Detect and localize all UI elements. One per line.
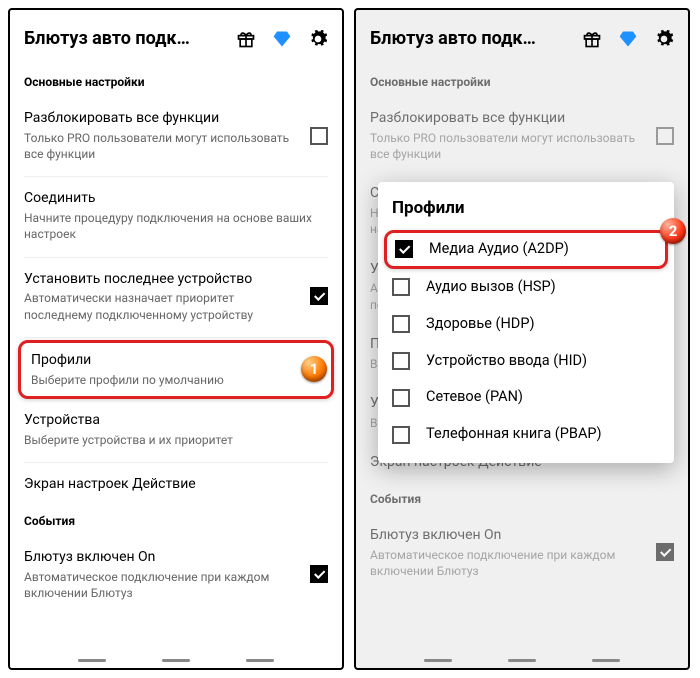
checkbox-unlock[interactable]: [310, 127, 328, 145]
row-subtitle: Автоматическое подключение при каждом вк…: [24, 569, 300, 601]
app-header: Блютуз авто подк…: [356, 10, 688, 67]
section-events: События: [370, 484, 674, 516]
dialog-item-hid[interactable]: Устройство ввода (HID): [392, 343, 660, 380]
dialog-item-label: Устройство ввода (HID): [426, 352, 587, 371]
dialog-item-pbap[interactable]: Телефонная книга (PBAP): [392, 416, 660, 453]
app-title: Блютуз авто подк…: [370, 28, 574, 49]
checkbox-pbap[interactable]: [392, 426, 410, 444]
checkbox-pan[interactable]: [392, 389, 410, 407]
header-icons: [236, 29, 328, 49]
row-title: Экран настроек Действие: [24, 475, 328, 494]
checkbox-hsp[interactable]: [392, 278, 410, 296]
nav-back[interactable]: [592, 659, 620, 662]
row-subtitle: Автоматически назначает приоритет послед…: [24, 290, 300, 322]
app-header: Блютуз авто подк…: [10, 10, 342, 67]
row-unlock: Разблокировать все функции Только PRO по…: [370, 99, 674, 174]
checkbox-bt-on: [656, 543, 674, 561]
row-subtitle: Выберите профили по умолчанию: [31, 372, 321, 388]
section-main: Основные настройки: [370, 67, 674, 99]
diamond-icon[interactable]: [618, 29, 638, 49]
dialog-item-hsp[interactable]: Аудио вызов (HSP): [392, 269, 660, 306]
row-title: Устройства: [24, 411, 328, 430]
checkbox-a2dp[interactable]: [395, 240, 413, 258]
row-profiles[interactable]: Профили Выберите профили по умолчанию 1: [18, 340, 334, 399]
dialog-title: Профили: [392, 198, 660, 218]
checkbox-bt-on[interactable]: [310, 565, 328, 583]
header-icons: [582, 29, 674, 49]
row-title: Профили: [31, 351, 321, 370]
dialog-item-label: Телефонная книга (PBAP): [426, 425, 602, 444]
app-title: Блютуз авто подк…: [24, 28, 228, 49]
row-subtitle: Только PRO пользователи могут использова…: [24, 130, 300, 162]
row-subtitle: Начните процедуру подключения на основе …: [24, 210, 328, 242]
checkbox-hid[interactable]: [392, 352, 410, 370]
settings-list: Основные настройки Разблокировать все фу…: [10, 67, 342, 613]
row-subtitle: Выберите устройства и их приоритет: [24, 432, 328, 448]
divider: [24, 462, 328, 463]
dialog-item-pan[interactable]: Сетевое (PAN): [392, 379, 660, 416]
gear-icon[interactable]: [308, 29, 328, 49]
row-title: Блютуз включен On: [24, 548, 300, 567]
dialog-item-label: Сетевое (PAN): [426, 388, 523, 407]
row-last-device[interactable]: Установить последнее устройство Автомати…: [24, 260, 328, 335]
checkbox-hdp[interactable]: [392, 315, 410, 333]
phone-right: Блютуз авто подк… Основные настройки Раз…: [354, 8, 690, 670]
nav-bar: [10, 659, 342, 662]
row-title: Установить последнее устройство: [24, 270, 300, 289]
dialog-item-label: Аудио вызов (HSP): [426, 278, 556, 297]
row-devices[interactable]: Устройства Выберите устройства и их прио…: [24, 401, 328, 460]
row-screen[interactable]: Экран настроек Действие: [24, 465, 328, 506]
section-main: Основные настройки: [24, 67, 328, 99]
dialog-item-label: Здоровье (HDP): [426, 315, 535, 334]
dialog-item-label: Медиа Аудио (A2DP): [429, 240, 569, 259]
gift-icon[interactable]: [236, 29, 256, 49]
checkbox-unlock: [656, 127, 674, 145]
row-bt-on: Блютуз включен On Автоматическое подключ…: [370, 516, 674, 591]
divider: [24, 176, 328, 177]
dialog-item-hdp[interactable]: Здоровье (HDP): [392, 306, 660, 343]
dialog-item-a2dp[interactable]: Медиа Аудио (A2DP): [384, 230, 668, 269]
row-subtitle: Только PRO пользователи могут использова…: [370, 130, 646, 162]
nav-back[interactable]: [246, 659, 274, 662]
profiles-dialog: Профили Медиа Аудио (A2DP) 2 Аудио вызов…: [378, 182, 674, 463]
row-title: Разблокировать все функции: [370, 109, 646, 128]
phone-left: Блютуз авто подк… Основные настройки Раз…: [8, 8, 344, 670]
diamond-icon[interactable]: [272, 29, 292, 49]
nav-recent[interactable]: [78, 659, 106, 662]
checkbox-last-device[interactable]: [310, 287, 328, 305]
nav-bar: [356, 659, 688, 662]
divider: [24, 337, 328, 338]
divider: [24, 257, 328, 258]
row-connect[interactable]: Соединить Начните процедуру подключения …: [24, 179, 328, 254]
gear-icon[interactable]: [654, 29, 674, 49]
row-title: Соединить: [24, 189, 328, 208]
row-bt-on[interactable]: Блютуз включен On Автоматическое подключ…: [24, 538, 328, 613]
row-title: Разблокировать все функции: [24, 109, 300, 128]
gift-icon[interactable]: [582, 29, 602, 49]
row-subtitle: Автоматическое подключение при каждом вк…: [370, 547, 646, 579]
row-unlock[interactable]: Разблокировать все функции Только PRO по…: [24, 99, 328, 174]
callout-badge-2: 2: [660, 218, 686, 244]
callout-badge-1: 1: [301, 356, 327, 382]
row-title: Блютуз включен On: [370, 526, 646, 545]
nav-home[interactable]: [508, 659, 536, 662]
nav-home[interactable]: [162, 659, 190, 662]
nav-recent[interactable]: [424, 659, 452, 662]
section-events: События: [24, 506, 328, 538]
